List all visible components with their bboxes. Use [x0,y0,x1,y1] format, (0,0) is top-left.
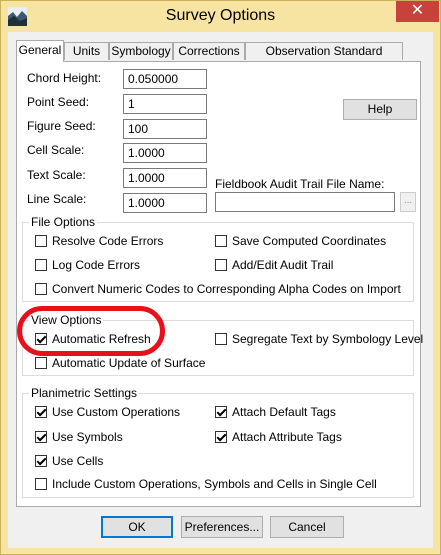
checkbox-box[interactable] [215,234,227,247]
attach-default-tags-label: Attach Default Tags [232,405,336,419]
convert-numeric-codes-label: Convert Numeric Codes to Corresponding A… [52,282,401,296]
point-seed-label: Point Seed: [27,95,90,109]
save-computed-coordinates-label: Save Computed Coordinates [232,234,387,248]
automatic-update-surface-checkbox[interactable]: Automatic Update of Surface [35,356,205,372]
ok-button[interactable]: OK [101,516,173,538]
save-computed-coordinates-checkbox[interactable]: Save Computed Coordinates [215,234,386,250]
checkbox-box[interactable] [35,356,47,369]
tab-units[interactable]: Units [64,42,109,60]
checkbox-box[interactable] [35,234,47,247]
resolve-code-errors-checkbox[interactable]: Resolve Code Errors [35,234,163,250]
attach-attribute-tags-label: Attach Attribute Tags [232,430,342,444]
close-button[interactable]: ✕ [396,1,439,22]
attach-attribute-tags-checkbox[interactable]: Attach Attribute Tags [215,430,342,446]
cell-scale-label: Cell Scale: [27,143,85,157]
figure-seed-label: Figure Seed: [27,119,96,133]
chord-height-label: Chord Height: [27,71,102,85]
planimetric-settings-group: Planimetric Settings Use Custom Operatio… [22,386,414,498]
log-code-errors-checkbox[interactable]: Log Code Errors [35,258,140,274]
segregate-text-checkbox[interactable]: Segregate Text by Symbology Level [215,332,423,348]
use-cells-checkbox[interactable]: Use Cells [35,454,103,470]
window-title: Survey Options [165,7,276,24]
cell-scale-field[interactable]: 1.0000 [123,143,207,163]
checkbox-box[interactable] [215,405,227,418]
automatic-refresh-label: Automatic Refresh [52,332,151,346]
line-scale-label: Line Scale: [27,192,87,206]
browse-button[interactable]: ... [400,192,416,212]
tab-general[interactable]: General [16,40,64,62]
close-icon: ✕ [410,2,425,19]
audit-trail-label: Fieldbook Audit Trail File Name: [215,177,385,191]
preferences-button[interactable]: Preferences... [181,516,263,538]
cancel-button[interactable]: Cancel [270,516,344,538]
use-custom-operations-label: Use Custom Operations [52,405,181,419]
checkbox-box[interactable] [35,430,47,443]
dialog-client-area: General Units Symbology Corrections Obse… [8,32,433,548]
checkbox-box[interactable] [35,332,47,345]
checkbox-box[interactable] [35,454,47,467]
tab-observation-standard-deviation[interactable]: Observation Standard Deviation [245,42,403,75]
figure-seed-field[interactable]: 100 [123,119,207,139]
checkbox-box[interactable] [215,332,227,345]
general-tab-page: Chord Height: 0.050000 Point Seed: 1 Fig… [16,61,423,507]
use-cells-label: Use Cells [52,454,104,468]
checkbox-box[interactable] [215,258,227,271]
title-bar: Survey Options ✕ [1,1,440,32]
audit-trail-file-field[interactable] [215,192,395,212]
use-symbols-label: Use Symbols [52,430,123,444]
checkbox-box[interactable] [215,430,227,443]
view-options-title: View Options [29,313,104,327]
attach-default-tags-checkbox[interactable]: Attach Default Tags [215,405,336,421]
chord-height-field[interactable]: 0.050000 [123,69,207,89]
use-symbols-checkbox[interactable]: Use Symbols [35,430,123,446]
checkbox-box[interactable] [35,405,47,418]
checkbox-box[interactable] [35,282,47,295]
checkbox-box[interactable] [35,477,47,490]
tab-symbology[interactable]: Symbology [109,42,173,60]
include-single-cell-label: Include Custom Operations, Symbols and C… [52,477,377,491]
file-options-group: File Options Resolve Code Errors Save Co… [22,215,414,302]
point-seed-field[interactable]: 1 [123,94,207,114]
survey-options-window: Survey Options ✕ General Units Symbology… [0,0,441,555]
segregate-text-label: Segregate Text by Symbology Level [232,332,424,346]
tab-corrections[interactable]: Corrections [173,42,245,60]
include-single-cell-checkbox[interactable]: Include Custom Operations, Symbols and C… [35,477,377,493]
text-scale-field[interactable]: 1.0000 [123,168,207,188]
use-custom-operations-checkbox[interactable]: Use Custom Operations [35,405,180,421]
checkbox-box[interactable] [35,258,47,271]
help-button[interactable]: Help [343,99,417,120]
resolve-code-errors-label: Resolve Code Errors [52,234,164,248]
text-scale-label: Text Scale: [27,168,86,182]
log-code-errors-label: Log Code Errors [52,258,141,272]
add-edit-audit-trail-checkbox[interactable]: Add/Edit Audit Trail [215,258,333,274]
view-options-group: View Options Automatic Refresh Segregate… [22,313,423,376]
add-edit-audit-trail-label: Add/Edit Audit Trail [232,258,334,272]
automatic-refresh-checkbox[interactable]: Automatic Refresh [35,332,151,348]
line-scale-field[interactable]: 1.0000 [123,193,207,213]
automatic-update-surface-label: Automatic Update of Surface [52,356,206,370]
planimetric-settings-title: Planimetric Settings [29,386,140,400]
file-options-title: File Options [29,215,98,229]
convert-numeric-codes-checkbox[interactable]: Convert Numeric Codes to Corresponding A… [35,282,401,298]
